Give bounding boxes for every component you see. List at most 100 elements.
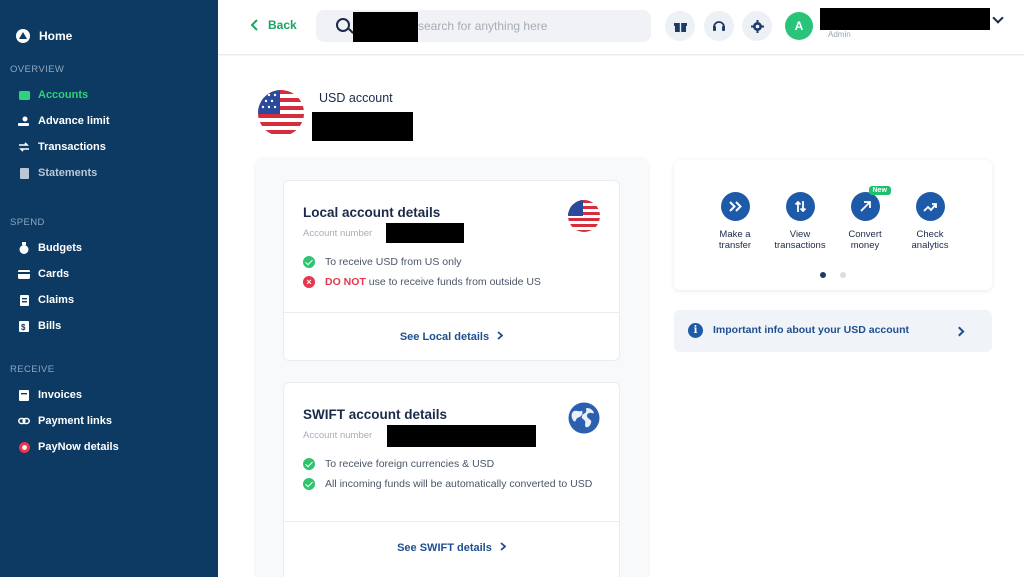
- swift-check-row: All incoming funds will be automatically…: [303, 478, 593, 490]
- sidebar-item-label: Cards: [38, 268, 70, 280]
- action-label-line2: transfer: [718, 240, 752, 251]
- action-label-line2: transactions: [774, 240, 826, 251]
- document-icon: [18, 167, 30, 179]
- chevron-left-icon: [250, 19, 258, 31]
- sidebar-item-label: Budgets: [38, 242, 82, 254]
- warning-rest: use to receive funds from outside US: [368, 276, 541, 288]
- view-transactions-button[interactable]: View transactions: [768, 192, 832, 251]
- money-bag-icon: [18, 242, 30, 254]
- sidebar-item-transactions[interactable]: Transactions: [18, 141, 106, 153]
- sidebar-item-accounts[interactable]: Accounts: [18, 89, 88, 101]
- gear-icon: [750, 19, 764, 33]
- local-account-card: Local account details Account number To …: [283, 180, 620, 361]
- swift-account-card: SWIFT account details Account number To …: [283, 382, 620, 577]
- action-label-line2: money: [850, 240, 880, 251]
- support-button[interactable]: [704, 11, 734, 41]
- swift-title: SWIFT account details: [303, 407, 448, 422]
- back-button[interactable]: Back: [250, 18, 297, 32]
- see-swift-details-link[interactable]: See SWIFT details: [284, 542, 619, 554]
- sidebar-item-payment-links[interactable]: Payment links: [18, 415, 112, 427]
- sidebar-item-claims[interactable]: Claims: [18, 294, 74, 306]
- make-transfer-button[interactable]: Make a transfer: [703, 192, 767, 251]
- see-swift-label: See SWIFT details: [397, 542, 492, 554]
- sidebar-home-label: Home: [39, 29, 73, 43]
- headset-icon: [713, 21, 725, 31]
- section-overview: OVERVIEW: [10, 64, 65, 75]
- check-analytics-button[interactable]: Check analytics: [898, 192, 962, 251]
- back-label: Back: [268, 18, 297, 32]
- warning-bold: DO NOT: [325, 276, 366, 288]
- card-icon: [18, 268, 30, 280]
- link-icon: [18, 415, 30, 427]
- wallet-icon: [18, 89, 30, 101]
- sidebar-item-paynow-details[interactable]: PayNow details: [18, 441, 119, 453]
- local-warning-row: × DO NOT use to receive funds from outsi…: [303, 276, 541, 288]
- convert-icon: New: [850, 186, 891, 221]
- carousel-dot[interactable]: [840, 272, 846, 278]
- sidebar-item-home[interactable]: Home: [16, 29, 72, 43]
- sidebar-item-label: Transactions: [38, 141, 106, 153]
- local-check-text: To receive USD from US only: [325, 256, 462, 268]
- action-label-line1: Check: [916, 229, 944, 240]
- info-icon: i: [688, 323, 703, 338]
- redacted-swift-number: [387, 425, 536, 447]
- account-title: USD account: [319, 91, 393, 105]
- convert-money-button[interactable]: New Convert money: [833, 186, 897, 251]
- sidebar-item-invoices[interactable]: Invoices: [18, 389, 82, 401]
- sidebar-item-bills[interactable]: $ Bills: [18, 320, 61, 332]
- receipt-icon: [18, 294, 30, 306]
- redacted-local-number: [386, 223, 464, 243]
- svg-text:$: $: [21, 323, 26, 332]
- local-account-number-label: Account number: [303, 228, 373, 239]
- section-receive: RECEIVE: [10, 364, 55, 375]
- us-flag-icon: [568, 200, 600, 232]
- redacted-block: [353, 12, 418, 42]
- bill-icon: $: [18, 320, 30, 332]
- important-info-text: Important info about your USD account: [713, 324, 909, 336]
- us-flag-icon: [258, 90, 304, 136]
- paynow-icon: [18, 441, 30, 453]
- action-label-line1: View: [789, 229, 811, 240]
- important-info-bar[interactable]: i Important info about your USD account: [674, 310, 992, 352]
- swift-check-row: To receive foreign currencies & USD: [303, 458, 494, 470]
- see-local-label: See Local details: [399, 331, 490, 343]
- local-check-row: To receive USD from US only: [303, 256, 462, 268]
- invoice-icon: [18, 389, 30, 401]
- redacted-username: [820, 8, 990, 30]
- account-details-panel: Local account details Account number To …: [256, 158, 648, 577]
- hand-coin-icon: [18, 115, 30, 127]
- sidebar-item-advance-limit[interactable]: Advance limit: [18, 115, 110, 127]
- trend-up-icon: [915, 192, 945, 221]
- sidebar-item-budgets[interactable]: Budgets: [18, 242, 82, 254]
- sidebar-item-label: Advance limit: [38, 115, 110, 127]
- sidebar-item-label: Accounts: [38, 89, 89, 101]
- gift-button[interactable]: [665, 11, 695, 41]
- new-badge: New: [868, 186, 891, 195]
- carousel-dot-active[interactable]: [820, 272, 826, 278]
- chevron-down-icon[interactable]: [992, 12, 1004, 24]
- globe-icon: [568, 402, 600, 434]
- home-icon: [16, 29, 30, 43]
- redacted-balance: [312, 112, 413, 141]
- sidebar-item-label: Payment links: [38, 415, 112, 427]
- sidebar-item-label: PayNow details: [38, 441, 119, 453]
- avatar[interactable]: A: [785, 12, 813, 40]
- quick-actions-panel: Make a transfer View transactions New Conv…: [674, 160, 992, 290]
- local-warning-text: DO NOT use to receive funds from outside…: [325, 276, 541, 288]
- section-spend: SPEND: [10, 217, 45, 228]
- see-local-details-link[interactable]: See Local details: [284, 331, 619, 343]
- settings-button[interactable]: [742, 11, 772, 41]
- divider: [284, 521, 619, 522]
- sidebar-item-label: Invoices: [38, 389, 83, 401]
- divider: [284, 312, 619, 313]
- search-icon: [336, 18, 350, 32]
- sidebar-item-statements[interactable]: Statements: [18, 167, 97, 179]
- action-label-line1: Convert: [848, 229, 882, 240]
- swap-icon: [18, 141, 30, 153]
- sidebar-item-cards[interactable]: Cards: [18, 268, 69, 280]
- swift-check-text-2: All incoming funds will be automatically…: [325, 478, 593, 490]
- search-input[interactable]: [418, 16, 638, 36]
- sidebar-item-label: Statements: [38, 167, 98, 179]
- main-content: USD account Local account details Accoun…: [218, 56, 1024, 577]
- action-label-line2: analytics: [911, 240, 949, 251]
